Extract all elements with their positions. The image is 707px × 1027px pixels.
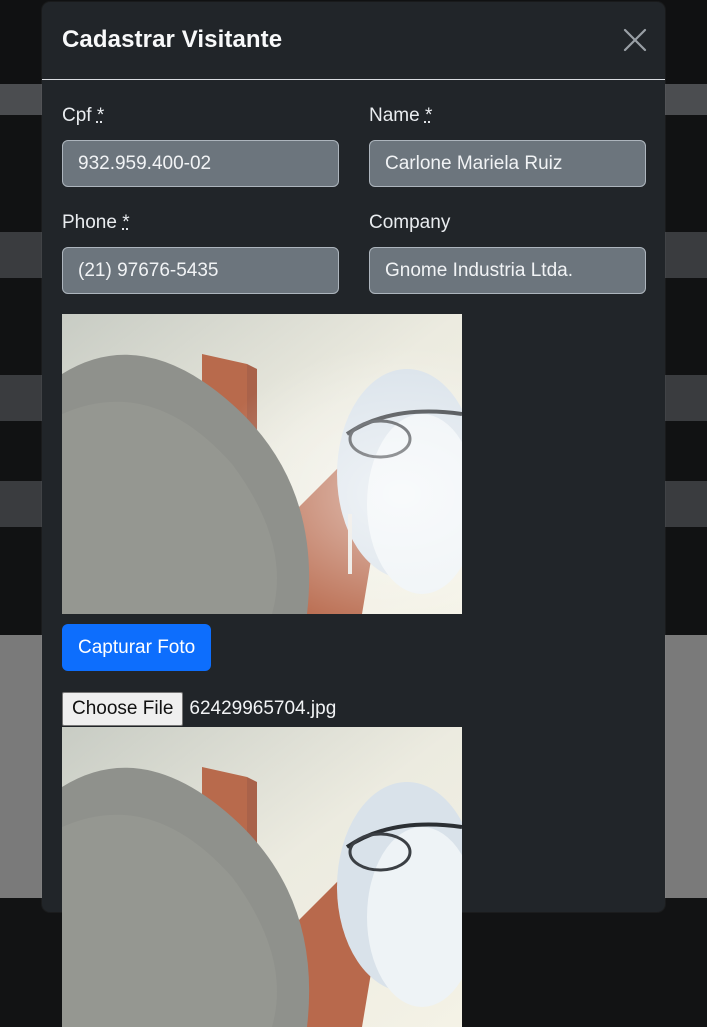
name-input[interactable] — [369, 140, 646, 187]
close-button[interactable] — [623, 28, 647, 52]
name-field: Name * — [369, 105, 646, 187]
cpf-field: Cpf * — [62, 105, 339, 187]
required-mark: * — [122, 212, 130, 233]
capture-photo-button[interactable]: Capturar Foto — [62, 624, 212, 671]
camera-preview — [62, 314, 462, 614]
register-visitor-modal: Cadastrar Visitante Cpf * Name * Phone *… — [42, 2, 665, 1027]
cpf-input[interactable] — [62, 140, 339, 187]
captured-photo-preview — [62, 727, 462, 1027]
company-label: Company — [369, 212, 451, 233]
modal-title: Cadastrar Visitante — [62, 26, 283, 53]
required-mark: * — [424, 105, 433, 126]
required-mark: * — [96, 105, 105, 126]
file-input: Choose File 62429965704.jpg — [62, 692, 336, 726]
close-icon — [623, 28, 647, 52]
phone-label: Phone * — [62, 212, 130, 233]
phone-input[interactable] — [62, 247, 339, 294]
selected-file-name: 62429965704.jpg — [189, 698, 337, 719]
phone-field: Phone * — [62, 212, 339, 294]
modal-header: Cadastrar Visitante — [42, 2, 665, 80]
cpf-label: Cpf * — [62, 105, 105, 126]
choose-file-button[interactable]: Choose File — [62, 692, 184, 726]
name-label: Name * — [369, 105, 433, 126]
company-input[interactable] — [369, 247, 646, 294]
company-field: Company — [369, 212, 646, 294]
